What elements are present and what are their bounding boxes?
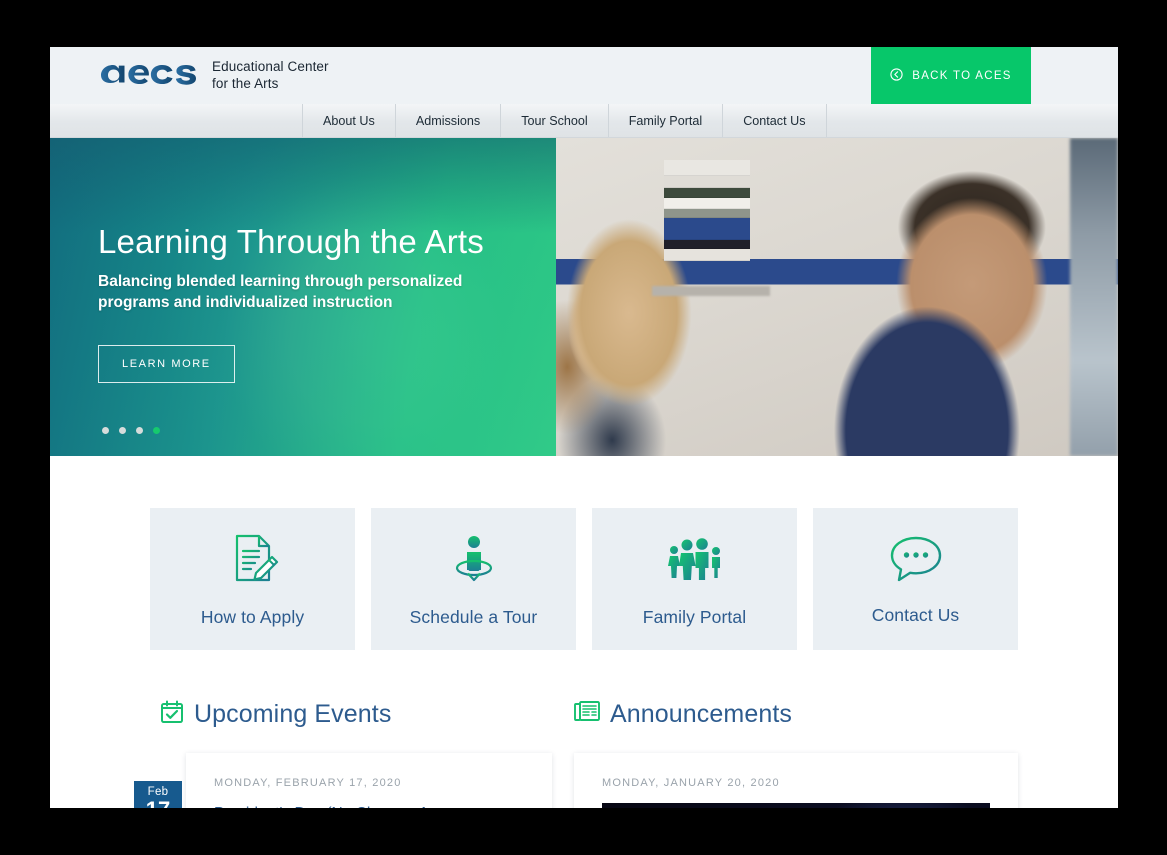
announcement-card[interactable]: MONDAY, JANUARY 20, 2020 [574, 753, 1018, 808]
classroom-students-image [556, 138, 1118, 456]
brand-tagline: Educational Center for the Arts [212, 58, 329, 91]
content-sections: Upcoming Events Feb 17 MONDAY, FEBRUARY … [50, 650, 1118, 808]
announcements-title: Announcements [610, 700, 792, 728]
nav-item-about-us[interactable]: About Us [302, 104, 395, 137]
nav-item-family-portal[interactable]: Family Portal [607, 104, 722, 137]
carousel-dot-4[interactable] [153, 427, 160, 434]
quick-link-family-portal[interactable]: Family Portal [592, 508, 797, 650]
brand-lockup[interactable]: Educational Center for the Arts [50, 47, 329, 104]
event-card[interactable]: Feb 17 MONDAY, FEBRUARY 17, 2020 Preside… [134, 753, 552, 808]
person-location-icon [446, 530, 502, 591]
event-date-badge: Feb 17 [134, 781, 182, 808]
hero-title: Learning Through the Arts [98, 223, 484, 260]
upcoming-events-title: Upcoming Events [194, 700, 392, 728]
carousel-dot-3[interactable] [136, 427, 143, 434]
quick-link-label: Contact Us [871, 605, 960, 625]
back-to-aces-label: BACK TO ACES [912, 69, 1012, 82]
calendar-check-icon [160, 700, 184, 729]
aces-logo-icon [99, 59, 199, 92]
browser-viewport: Educational Center for the Arts BACK TO … [50, 47, 1118, 808]
learn-more-button[interactable]: LEARN MORE [98, 345, 235, 384]
hero-carousel: Learning Through the Arts Balancing blen… [50, 138, 1118, 456]
announcements-column: Announcements MONDAY, JANUARY 20, 2020 [574, 700, 1018, 808]
hero-subtitle: Balancing blended learning through perso… [98, 273, 463, 312]
nav-item-contact-us[interactable]: Contact Us [722, 104, 827, 137]
event-title-link[interactable]: President's Day (No Classes, Agency Clos… [214, 803, 524, 808]
back-to-aces-button[interactable]: BACK TO ACES [871, 47, 1031, 104]
quick-link-label: How to Apply [200, 607, 305, 627]
nav-item-admissions[interactable]: Admissions [394, 104, 500, 137]
event-date-meta: MONDAY, FEBRUARY 17, 2020 [214, 777, 402, 789]
newspaper-icon [574, 700, 600, 729]
quick-link-schedule-a-tour[interactable]: Schedule a Tour [371, 508, 576, 650]
shelf-edge-decor [652, 286, 770, 296]
family-group-icon [665, 530, 725, 591]
main-navigation: About Us Admissions Tour School Family P… [50, 104, 1118, 138]
nav-item-tour-school[interactable]: Tour School [500, 104, 608, 137]
carousel-dot-2[interactable] [119, 427, 126, 434]
hero-right-photo [556, 138, 1118, 456]
quick-links-row: How to Apply Schedule a Tour Family Port… [50, 456, 1118, 650]
quick-link-label: Schedule a Tour [409, 607, 538, 627]
book-stack-decor [664, 160, 750, 285]
speech-bubble-icon [888, 532, 944, 589]
announcements-header: Announcements [574, 700, 1018, 729]
quick-link-how-to-apply[interactable]: How to Apply [150, 508, 355, 650]
quick-link-contact-us[interactable]: Contact Us [813, 508, 1018, 650]
announcement-date-meta: MONDAY, JANUARY 20, 2020 [602, 777, 780, 789]
upcoming-events-header: Upcoming Events [160, 700, 552, 729]
hero-content: Learning Through the Arts Balancing blen… [98, 223, 484, 384]
quick-link-label: Family Portal [642, 607, 747, 627]
announcement-image [602, 803, 990, 808]
upcoming-events-column: Upcoming Events Feb 17 MONDAY, FEBRUARY … [134, 700, 552, 808]
document-pencil-icon [225, 530, 281, 591]
event-badge-day: 17 [134, 798, 182, 808]
carousel-dots [102, 427, 160, 434]
window-decor [1070, 138, 1118, 456]
carousel-dot-1[interactable] [102, 427, 109, 434]
back-circle-icon [890, 67, 903, 84]
hero-left-panel: Learning Through the Arts Balancing blen… [50, 138, 556, 456]
site-header: Educational Center for the Arts BACK TO … [50, 47, 1118, 104]
